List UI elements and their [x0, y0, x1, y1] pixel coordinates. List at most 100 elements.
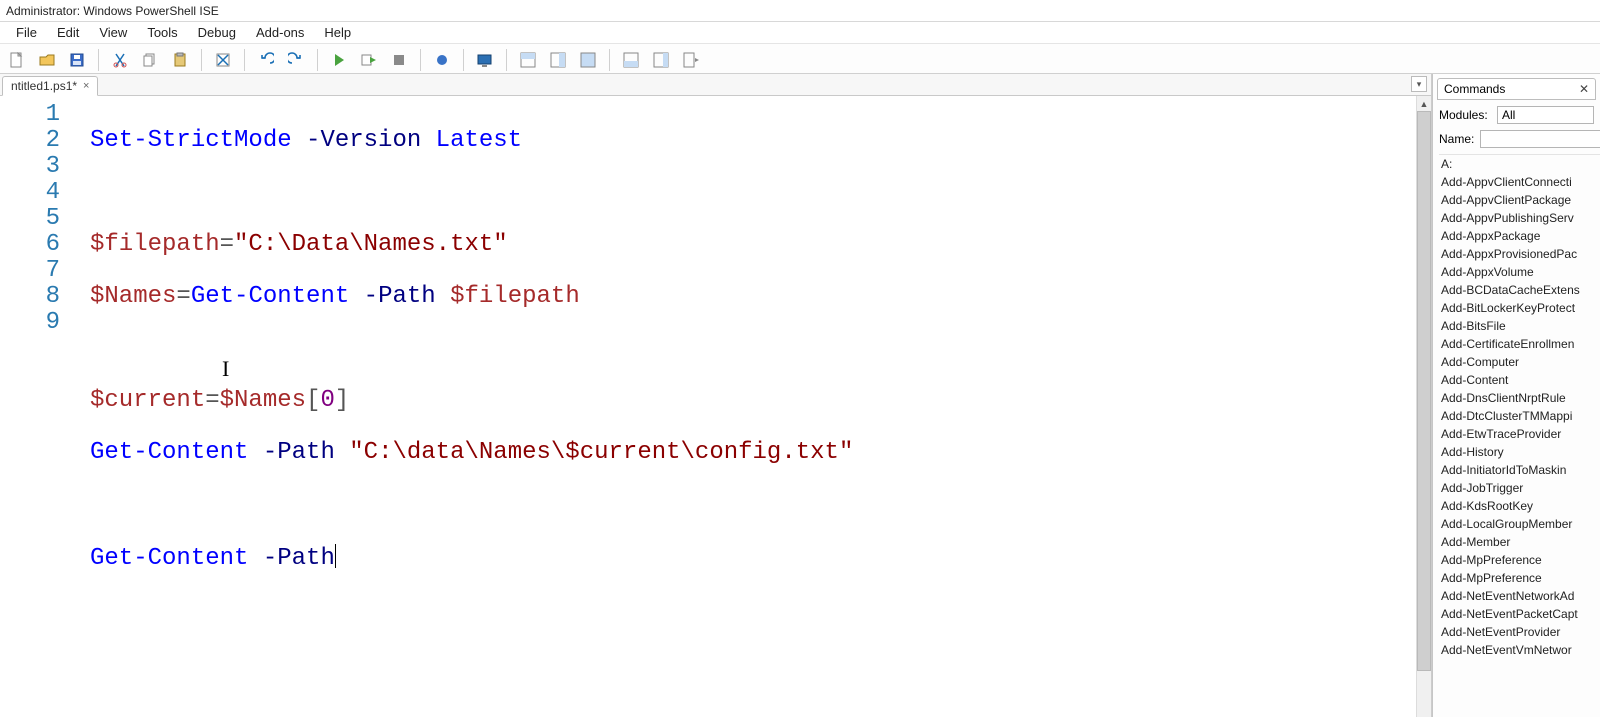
- script-dropdown-icon[interactable]: ▾: [1411, 76, 1427, 92]
- line-number: 6: [0, 232, 60, 258]
- command-item[interactable]: Add-InitiatorIdToMaskin: [1439, 461, 1600, 479]
- code-line[interactable]: [90, 336, 1431, 362]
- tab-close-icon[interactable]: ×: [83, 81, 89, 92]
- command-item[interactable]: Add-CertificateEnrollmen: [1439, 335, 1600, 353]
- remote-icon[interactable]: [474, 49, 496, 71]
- command-item[interactable]: Add-AppxVolume: [1439, 263, 1600, 281]
- code-editor[interactable]: 1 2 3 4 5 6 7 8 9 Set-StrictMode -Versio…: [0, 96, 1431, 717]
- command-item[interactable]: Add-Content: [1439, 371, 1600, 389]
- command-item[interactable]: Add-AppxPackage: [1439, 227, 1600, 245]
- command-item[interactable]: Add-AppxProvisionedPac: [1439, 245, 1600, 263]
- command-item[interactable]: Add-MpPreference: [1439, 569, 1600, 587]
- command-item[interactable]: Add-AppvClientConnecti: [1439, 173, 1600, 191]
- command-item[interactable]: Add-AppvClientPackage: [1439, 191, 1600, 209]
- command-item[interactable]: Add-NetEventPacketCapt: [1439, 605, 1600, 623]
- breakpoint-icon[interactable]: [431, 49, 453, 71]
- toolbar-separator: [463, 49, 464, 71]
- command-item[interactable]: Add-MpPreference: [1439, 551, 1600, 569]
- name-label: Name:: [1439, 132, 1474, 146]
- toolbar-separator: [98, 49, 99, 71]
- scroll-up-icon[interactable]: ▲: [1417, 96, 1431, 111]
- command-item[interactable]: Add-DtcClusterTMMappi: [1439, 407, 1600, 425]
- title-bar: Administrator: Windows PowerShell ISE: [0, 0, 1600, 22]
- text-caret: [335, 544, 336, 568]
- toolbar-separator: [244, 49, 245, 71]
- code-line[interactable]: Set-StrictMode -Version Latest: [90, 128, 1431, 154]
- toolbar-separator: [201, 49, 202, 71]
- paste-icon[interactable]: [169, 49, 191, 71]
- code-line[interactable]: $filepath="C:\Data\Names.txt": [90, 232, 1431, 258]
- code-line[interactable]: Get-Content -Path: [90, 544, 1431, 572]
- name-input[interactable]: [1480, 130, 1600, 148]
- menu-addons[interactable]: Add-ons: [246, 23, 314, 42]
- vertical-scrollbar[interactable]: ▲: [1416, 96, 1431, 717]
- show-command-window-icon[interactable]: [680, 49, 702, 71]
- command-item[interactable]: Add-LocalGroupMember: [1439, 515, 1600, 533]
- menu-edit[interactable]: Edit: [47, 23, 89, 42]
- command-item[interactable]: Add-Computer: [1439, 353, 1600, 371]
- menu-view[interactable]: View: [89, 23, 137, 42]
- code-line[interactable]: [90, 492, 1431, 518]
- window-title: Administrator: Windows PowerShell ISE: [6, 4, 219, 18]
- line-number: 8: [0, 284, 60, 310]
- script-tab[interactable]: ntitled1.ps1* ×: [2, 76, 98, 96]
- new-icon[interactable]: [6, 49, 28, 71]
- redo-icon[interactable]: [285, 49, 307, 71]
- line-number: 9: [0, 310, 60, 336]
- show-script-right-icon[interactable]: [547, 49, 569, 71]
- command-item[interactable]: Add-BitsFile: [1439, 317, 1600, 335]
- code-line[interactable]: [90, 180, 1431, 206]
- name-row: Name:: [1433, 124, 1600, 148]
- command-item[interactable]: Add-History: [1439, 443, 1600, 461]
- command-item[interactable]: Add-KdsRootKey: [1439, 497, 1600, 515]
- menu-tools[interactable]: Tools: [137, 23, 187, 42]
- line-number-gutter: 1 2 3 4 5 6 7 8 9: [0, 96, 74, 717]
- line-number: 7: [0, 258, 60, 284]
- toolbar-separator: [609, 49, 610, 71]
- code-line[interactable]: Get-Content -Path "C:\data\Names\$curren…: [90, 440, 1431, 466]
- menu-help[interactable]: Help: [314, 23, 361, 42]
- menu-debug[interactable]: Debug: [188, 23, 246, 42]
- command-item[interactable]: Add-NetEventNetworkAd: [1439, 587, 1600, 605]
- command-item[interactable]: Add-EtwTraceProvider: [1439, 425, 1600, 443]
- command-item[interactable]: Add-BitLockerKeyProtect: [1439, 299, 1600, 317]
- commands-list[interactable]: A: Add-AppvClientConnecti Add-AppvClient…: [1439, 154, 1600, 717]
- command-item[interactable]: Add-DnsClientNrptRule: [1439, 389, 1600, 407]
- cut-icon[interactable]: [109, 49, 131, 71]
- line-number: 4: [0, 180, 60, 206]
- scrollbar-thumb[interactable]: [1417, 111, 1431, 671]
- command-item[interactable]: Add-Member: [1439, 533, 1600, 551]
- code-line[interactable]: $Names=Get-Content -Path $filepath: [90, 284, 1431, 310]
- command-item[interactable]: A:: [1439, 155, 1600, 173]
- run-icon[interactable]: [328, 49, 350, 71]
- line-number: 5: [0, 206, 60, 232]
- toolbar-separator: [506, 49, 507, 71]
- show-command-pane-icon[interactable]: [620, 49, 642, 71]
- command-item[interactable]: Add-BCDataCacheExtens: [1439, 281, 1600, 299]
- command-item[interactable]: Add-NetEventProvider: [1439, 623, 1600, 641]
- menu-file[interactable]: File: [6, 23, 47, 42]
- modules-select[interactable]: All: [1497, 106, 1594, 124]
- commands-close-icon[interactable]: ✕: [1579, 82, 1589, 96]
- code-line[interactable]: $current=$Names[0]: [90, 388, 1431, 414]
- code-area[interactable]: Set-StrictMode -Version Latest $filepath…: [74, 96, 1431, 717]
- show-command-addon-icon[interactable]: [650, 49, 672, 71]
- copy-icon[interactable]: [139, 49, 161, 71]
- toolbar: [0, 44, 1600, 74]
- editor-pane: ntitled1.ps1* × ▾ 1 2 3 4 5 6 7 8 9 Set-…: [0, 74, 1432, 717]
- tab-strip: ntitled1.ps1* × ▾: [0, 74, 1431, 96]
- modules-label: Modules:: [1439, 108, 1491, 122]
- command-item[interactable]: Add-NetEventVmNetwor: [1439, 641, 1600, 659]
- menu-bar: File Edit View Tools Debug Add-ons Help: [0, 22, 1600, 44]
- show-script-top-icon[interactable]: [517, 49, 539, 71]
- text-cursor-icon: I: [222, 356, 229, 382]
- command-item[interactable]: Add-AppvPublishingServ: [1439, 209, 1600, 227]
- run-selection-icon[interactable]: [358, 49, 380, 71]
- command-item[interactable]: Add-JobTrigger: [1439, 479, 1600, 497]
- stop-icon[interactable]: [388, 49, 410, 71]
- undo-icon[interactable]: [255, 49, 277, 71]
- save-icon[interactable]: [66, 49, 88, 71]
- open-icon[interactable]: [36, 49, 58, 71]
- show-script-max-icon[interactable]: [577, 49, 599, 71]
- clear-icon[interactable]: [212, 49, 234, 71]
